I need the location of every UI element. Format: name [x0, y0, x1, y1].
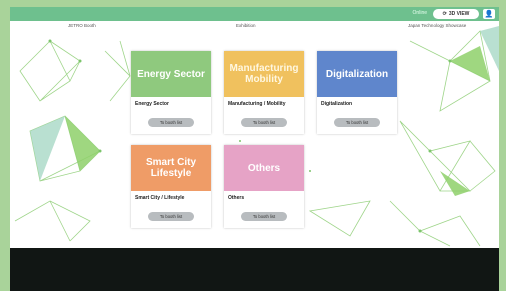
3d-view-label: 3D VIEW	[448, 11, 470, 17]
3d-view-button[interactable]: ⟳ 3D VIEW	[433, 9, 479, 19]
card-caption: Smart City / Lifestyle	[135, 195, 185, 201]
status-text: Online	[412, 10, 427, 16]
header-left: JETRO Booth	[68, 23, 96, 28]
main-content: JETRO Booth Exhibition Japan Technology …	[10, 21, 499, 248]
to-booth-list-button[interactable]: To booth list	[334, 118, 380, 127]
to-booth-list-button[interactable]: To booth list	[148, 212, 194, 221]
app-window: Online ⟳ 3D VIEW 👤 JETRO Booth Exhibitio…	[10, 7, 499, 291]
user-button[interactable]: 👤	[483, 9, 495, 19]
header-center: Exhibition	[236, 23, 256, 28]
card-tile[interactable]: Energy Sector	[131, 51, 211, 97]
user-icon: 👤	[484, 11, 494, 18]
bottom-panel	[10, 248, 499, 291]
category-card-digitalization[interactable]: Digitalization Digitalization To booth l…	[317, 51, 397, 134]
header-right: Japan Technology Showcase	[408, 23, 467, 28]
card-caption: Others	[228, 195, 245, 201]
to-booth-list-button[interactable]: To booth list	[148, 118, 194, 127]
category-card-others[interactable]: Others Others To booth list	[224, 145, 304, 228]
card-caption: Energy Sector	[135, 101, 169, 107]
to-booth-list-button[interactable]: To booth list	[241, 118, 287, 127]
category-card-energy[interactable]: Energy Sector Energy Sector To booth lis…	[131, 51, 211, 134]
refresh-icon: ⟳	[442, 11, 447, 17]
card-tile[interactable]: Digitalization	[317, 51, 397, 97]
card-caption: Manufacturing / Mobility	[228, 101, 286, 107]
top-bar: Online ⟳ 3D VIEW 👤	[10, 7, 499, 21]
category-card-manufacturing[interactable]: Manufacturing Mobility Manufacturing / M…	[224, 51, 304, 134]
category-card-smart-city[interactable]: Smart City Lifestyle Smart City / Lifest…	[131, 145, 211, 228]
card-tile[interactable]: Smart City Lifestyle	[131, 145, 211, 191]
to-booth-list-button[interactable]: To booth list	[241, 212, 287, 221]
section-headers: JETRO Booth Exhibition Japan Technology …	[10, 23, 499, 31]
card-tile[interactable]: Manufacturing Mobility	[224, 51, 304, 97]
card-tile[interactable]: Others	[224, 145, 304, 191]
card-caption: Digitalization	[321, 101, 353, 107]
